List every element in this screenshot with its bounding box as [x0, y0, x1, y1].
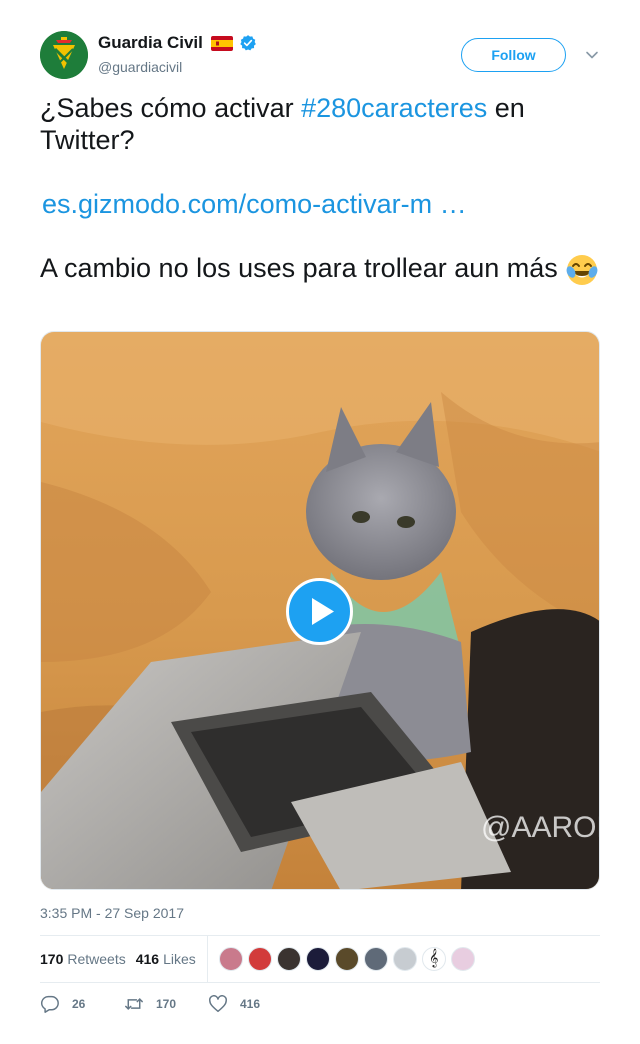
liker-avatar[interactable]: [247, 947, 272, 971]
tweet-text: ¿Sabes cómo activar #280caracteres en Tw…: [40, 92, 600, 287]
retweet-count: 170: [156, 997, 177, 1011]
likers-avatars: 𝄞: [218, 947, 480, 971]
liker-avatar[interactable]: [363, 947, 388, 971]
play-button[interactable]: [286, 578, 353, 645]
liker-avatar[interactable]: [276, 947, 301, 971]
author-handle[interactable]: @guardiacivil: [98, 59, 182, 75]
retweets-label: Retweets: [67, 951, 126, 967]
article-link-text: es.gizmodo.com/como-activar-m: [42, 189, 433, 219]
article-link[interactable]: es.gizmodo.com/como-activar-m …: [42, 189, 467, 219]
guardia-civil-emblem-icon: [40, 31, 88, 79]
reply-count: 26: [72, 997, 86, 1011]
tweet-timestamp[interactable]: 3:35 PM - 27 Sep 2017: [40, 905, 184, 921]
liker-avatar[interactable]: [305, 947, 330, 971]
like-button[interactable]: 416: [208, 995, 260, 1013]
article-link-ellipsis: …: [432, 189, 467, 219]
liker-avatar[interactable]: [450, 947, 475, 971]
hashtag-link[interactable]: #280caracteres: [301, 93, 487, 123]
tweet-text-segment: ¿Sabes cómo activar: [40, 93, 302, 123]
retweet-icon: [125, 998, 143, 1010]
spain-flag-icon: [210, 35, 233, 51]
verified-badge-icon: [239, 34, 257, 52]
likes-count: 416: [135, 951, 160, 967]
liker-avatar[interactable]: [334, 947, 359, 971]
reply-button[interactable]: 26: [40, 995, 102, 1013]
stats-bar: 170 Retweets 416 Likes 𝄞: [40, 935, 600, 983]
reply-icon: [41, 995, 59, 1013]
play-icon: [286, 578, 353, 645]
likes-stat[interactable]: 416 Likes: [136, 951, 196, 967]
avatar[interactable]: [40, 31, 88, 79]
likes-label: Likes: [163, 951, 196, 967]
stats-divider: [206, 936, 208, 982]
chevron-down-icon[interactable]: [584, 48, 600, 62]
watermark-text: @AARON: [481, 811, 600, 844]
heart-icon: [209, 995, 227, 1013]
like-count: 416: [240, 997, 261, 1011]
author-name[interactable]: Guardia Civil: [98, 33, 203, 53]
tweet-text-segment: A cambio no los uses para trollear aun m…: [40, 253, 566, 283]
liker-avatar[interactable]: 𝄞: [421, 947, 446, 971]
face-with-tears-of-joy-icon: [565, 253, 599, 287]
tweet-actions: 26 170 416: [40, 994, 282, 1014]
follow-button[interactable]: Follow: [461, 38, 566, 72]
liker-avatar[interactable]: [392, 947, 417, 971]
retweets-count: 170: [40, 951, 64, 967]
retweet-button[interactable]: 170: [124, 995, 186, 1013]
liker-avatar[interactable]: [218, 947, 243, 971]
retweets-stat[interactable]: 170 Retweets: [40, 951, 126, 967]
